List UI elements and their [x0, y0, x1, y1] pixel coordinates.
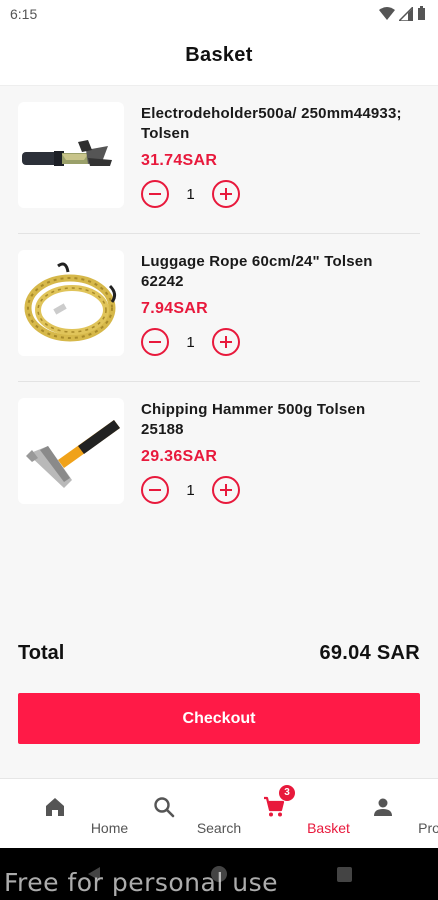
basket-list: Electrodeholder500a/ 250mm44933; Tolsen …	[0, 86, 438, 530]
nav-item-home[interactable]: Home	[0, 779, 128, 848]
product-name[interactable]: Luggage Rope 60cm/24" Tolsen 62242	[141, 252, 411, 292]
basket-item: Electrodeholder500a/ 250mm44933; Tolsen …	[18, 86, 420, 234]
cart-count-badge: 3	[279, 785, 295, 801]
recents-icon[interactable]	[337, 867, 352, 882]
total-label: Total	[18, 642, 65, 664]
product-image-chipping-hammer[interactable]	[18, 398, 124, 504]
total-row: Total 69.04 SAR	[18, 642, 420, 670]
status-bar: 6:15	[0, 0, 438, 28]
quantity-stepper: 1	[141, 180, 240, 208]
basket-item: Chipping Hammer 500g Tolsen 25188 29.36S…	[18, 382, 420, 530]
product-price: 7.94SAR	[141, 300, 209, 317]
page-title: Basket	[185, 44, 253, 66]
home-icon	[45, 798, 64, 816]
increase-quantity-button[interactable]	[212, 180, 240, 208]
quantity-value: 1	[186, 333, 195, 351]
quantity-value: 1	[186, 185, 195, 203]
quantity-stepper: 1	[141, 328, 240, 356]
battery-icon	[418, 6, 425, 20]
product-name[interactable]: Electrodeholder500a/ 250mm44933; Tolsen	[141, 104, 411, 144]
app-bar: Basket	[0, 28, 438, 86]
wifi-icon	[379, 6, 395, 20]
search-icon	[154, 797, 175, 818]
product-image-electrode-holder[interactable]	[18, 102, 124, 208]
quantity-value: 1	[186, 481, 195, 499]
nav-item-basket[interactable]: 3 Basket	[219, 779, 350, 848]
nav-item-search[interactable]: Search	[110, 779, 241, 848]
product-image-luggage-rope[interactable]	[18, 250, 124, 356]
decrease-quantity-button[interactable]	[141, 328, 169, 356]
nav-item-profile[interactable]: Profile	[329, 779, 438, 848]
basket-item: Luggage Rope 60cm/24" Tolsen 62242 7.94S…	[18, 234, 420, 382]
product-price: 31.74SAR	[141, 152, 218, 169]
increase-quantity-button[interactable]	[212, 476, 240, 504]
increase-quantity-button[interactable]	[212, 328, 240, 356]
status-icons	[379, 6, 426, 21]
total-value: 69.04 SAR	[319, 642, 420, 664]
bottom-nav: Home Search 3 Basket Profile	[0, 778, 438, 848]
product-name[interactable]: Chipping Hammer 500g Tolsen 25188	[141, 400, 411, 440]
decrease-quantity-button[interactable]	[141, 476, 169, 504]
profile-icon	[374, 798, 393, 816]
status-time: 6:15	[10, 6, 38, 22]
watermark: Free for personal use	[4, 868, 278, 897]
checkout-button[interactable]: Checkout	[18, 693, 420, 744]
quantity-stepper: 1	[141, 476, 240, 504]
nav-label: Profile	[418, 820, 438, 836]
decrease-quantity-button[interactable]	[141, 180, 169, 208]
signal-icon	[399, 6, 413, 21]
product-price: 29.36SAR	[141, 448, 218, 465]
